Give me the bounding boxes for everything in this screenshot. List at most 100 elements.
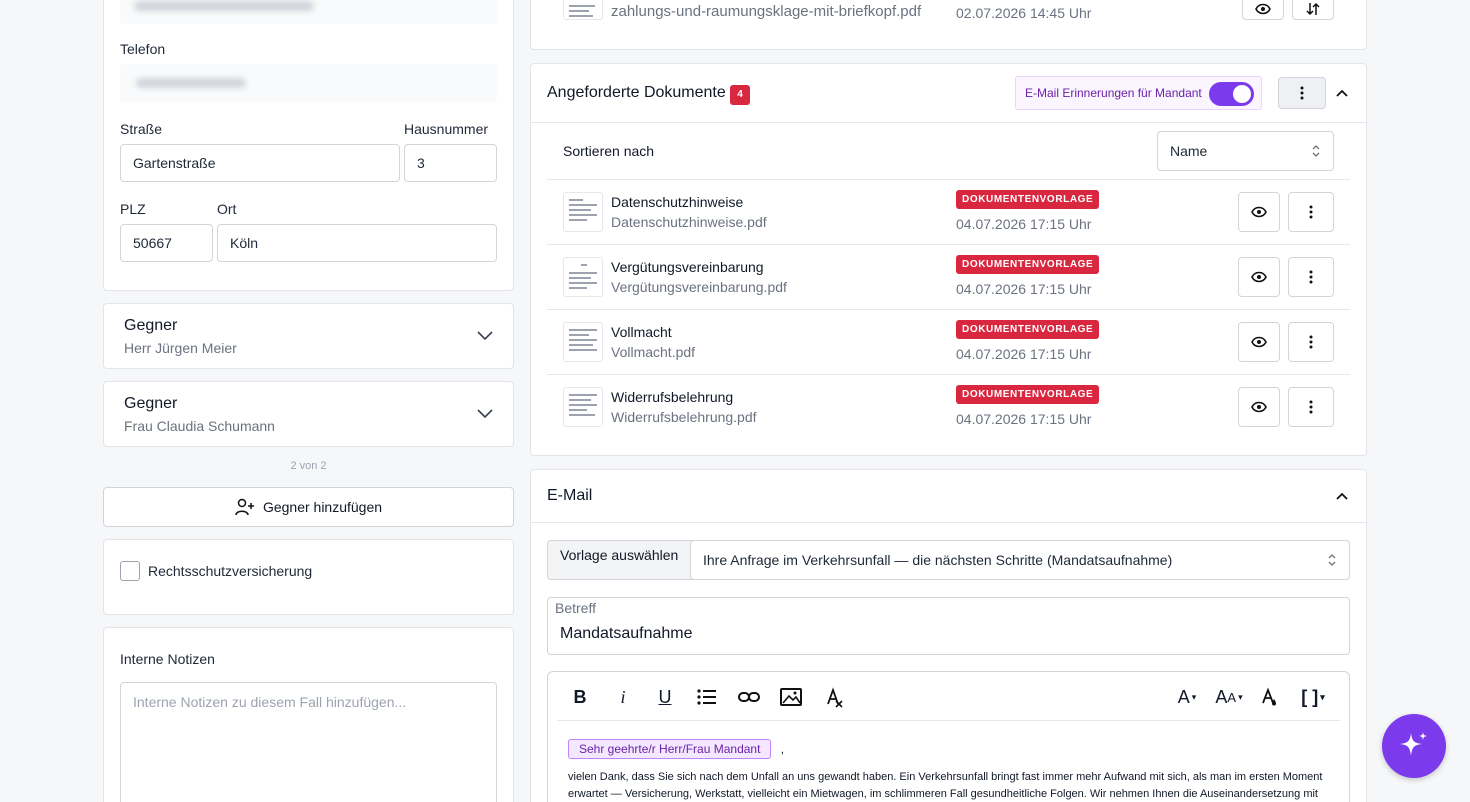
template-select[interactable]: Ihre Anfrage im Verkehrsunfall — die näc… — [690, 540, 1350, 580]
preview-button[interactable] — [1238, 257, 1280, 297]
housenumber-input[interactable]: 3 — [404, 144, 497, 182]
swap-button[interactable] — [1292, 0, 1334, 20]
greeting-line: Sehr geehrte/r Herr/Frau Mandant , — [568, 739, 784, 759]
document-file: Widerrufsbelehrung.pdf — [611, 409, 757, 425]
image-icon[interactable] — [777, 683, 805, 711]
eye-icon — [1255, 3, 1271, 15]
email-body-text: vielen Dank, dass Sie sich nach dem Unfa… — [568, 771, 1323, 800]
document-menu-button[interactable] — [1288, 192, 1334, 232]
subject-label: Betreff — [555, 600, 596, 616]
document-date: 02.07.2026 14:45 Uhr — [956, 5, 1092, 21]
preview-button[interactable] — [1238, 322, 1280, 362]
document-date: 04.07.2026 17:15 Uhr — [956, 281, 1092, 297]
select-arrows-icon — [1312, 145, 1320, 157]
street-input[interactable]: Gartenstraße — [120, 144, 400, 182]
document-date: 04.07.2026 17:15 Uhr — [956, 411, 1092, 427]
document-menu-button[interactable] — [1288, 387, 1334, 427]
bold-icon[interactable]: B — [566, 683, 594, 711]
chevron-up-icon[interactable] — [1335, 87, 1349, 99]
notes-label: Interne Notizen — [120, 651, 215, 667]
user-plus-icon — [235, 498, 254, 516]
template-badge: DOKUMENTENVORLAGE — [956, 320, 1100, 339]
document-date: 04.07.2026 17:15 Uhr — [956, 346, 1092, 362]
pagination-text: 2 von 2 — [290, 460, 327, 472]
placeholder-chip[interactable]: Sehr geehrte/r Herr/Frau Mandant — [568, 739, 772, 759]
legal-insurance-checkbox[interactable] — [120, 561, 140, 581]
add-opponent-label: Gegner hinzufügen — [262, 499, 383, 515]
template-label: Vorlage auswählen — [560, 547, 679, 563]
document-thumbnail — [563, 257, 603, 297]
add-opponent-button[interactable]: Gegner hinzufügen — [103, 487, 514, 527]
more-vertical-icon — [1300, 86, 1304, 100]
document-thumbnail — [563, 0, 603, 20]
requested-count-badge: 4 — [730, 85, 750, 105]
ai-assistant-button[interactable] — [1382, 714, 1446, 778]
email-reminder-toggle-container[interactable]: E-Mail Erinnerungen für Mandant — [1015, 76, 1262, 110]
italic-icon[interactable]: i — [609, 683, 637, 711]
font-family-icon[interactable]: A ▾ — [1170, 683, 1204, 711]
opponent-name: Herr Jürgen Meier — [124, 340, 237, 356]
switch-knob — [1233, 85, 1251, 103]
chevron-down-icon[interactable] — [476, 328, 494, 342]
subject-field[interactable]: Betreff Mandatsaufnahme — [547, 597, 1350, 655]
clear-format-icon[interactable] — [819, 683, 847, 711]
eye-icon — [1251, 206, 1267, 218]
divider — [531, 522, 1366, 523]
plz-input[interactable]: 50667 — [120, 224, 213, 262]
sort-value: Name — [1170, 143, 1208, 159]
email-title: E-Mail — [547, 487, 593, 504]
document-thumbnail — [563, 387, 603, 427]
opponent-card[interactable] — [103, 381, 514, 447]
chevron-up-icon[interactable] — [1335, 490, 1349, 502]
swap-icon — [1306, 2, 1320, 16]
preview-button[interactable] — [1238, 387, 1280, 427]
notes-textarea[interactable]: Interne Notizen zu diesem Fall hinzufüge… — [120, 682, 497, 802]
select-arrows-icon — [1328, 554, 1336, 566]
opponent-card[interactable] — [103, 303, 514, 369]
requested-documents-title: Angeforderte Dokumente — [547, 84, 726, 101]
document-file: zahlungs-und-raumungsklage-mit-briefkopf… — [611, 3, 922, 20]
sort-select[interactable]: Name — [1157, 131, 1334, 171]
document-file: Datenschutzhinweise.pdf — [611, 214, 767, 230]
document-menu-button[interactable] — [1288, 257, 1334, 297]
more-vertical-icon — [1309, 335, 1313, 349]
street-label: Straße — [120, 121, 163, 137]
bullet-list-icon[interactable] — [693, 683, 721, 711]
eye-icon — [1251, 336, 1267, 348]
link-icon[interactable] — [735, 683, 763, 711]
ort-input[interactable]: Köln — [217, 224, 497, 262]
divider — [547, 179, 1350, 180]
more-options-button[interactable] — [1278, 77, 1326, 109]
ort-label: Ort — [217, 201, 237, 217]
document-menu-button[interactable] — [1288, 322, 1334, 362]
document-name: Vergütungsvereinbarung — [611, 259, 764, 275]
chevron-down-icon[interactable] — [476, 406, 494, 420]
plz-label: PLZ — [120, 201, 146, 217]
template-badge: DOKUMENTENVORLAGE — [956, 190, 1100, 209]
preview-button[interactable] — [1238, 192, 1280, 232]
housenumber-label: Hausnummer — [404, 121, 489, 137]
eye-icon — [1251, 401, 1267, 413]
divider — [547, 244, 1350, 245]
template-badge: DOKUMENTENVORLAGE — [956, 385, 1100, 404]
greeting-suffix: , — [780, 742, 785, 756]
document-name: Widerrufsbelehrung — [611, 389, 734, 405]
preview-button[interactable] — [1242, 0, 1284, 20]
subject-value: Mandatsaufnahme — [560, 625, 693, 642]
text-color-icon[interactable] — [1255, 683, 1283, 711]
notes-placeholder: Interne Notizen zu diesem Fall hinzufüge… — [133, 694, 407, 710]
document-name: Vollmacht — [611, 324, 672, 340]
sparkles-icon — [1400, 732, 1427, 756]
document-thumbnail — [563, 322, 603, 362]
email-reminder-switch[interactable] — [1209, 82, 1254, 106]
fullscreen-icon[interactable]: [ ] ▾ — [1295, 683, 1331, 711]
underline-icon[interactable]: U — [651, 683, 679, 711]
more-vertical-icon — [1309, 270, 1313, 284]
divider — [547, 374, 1350, 375]
font-size-icon[interactable]: A A ▾ — [1210, 683, 1248, 711]
document-date: 04.07.2026 17:15 Uhr — [956, 216, 1092, 232]
document-file: Vergütungsvereinbarung.pdf — [611, 279, 787, 295]
email-reminder-label: E-Mail Erinnerungen für Mandant — [1025, 86, 1202, 100]
document-file: Vollmacht.pdf — [611, 344, 696, 360]
email-value-blurred — [134, 1, 314, 11]
